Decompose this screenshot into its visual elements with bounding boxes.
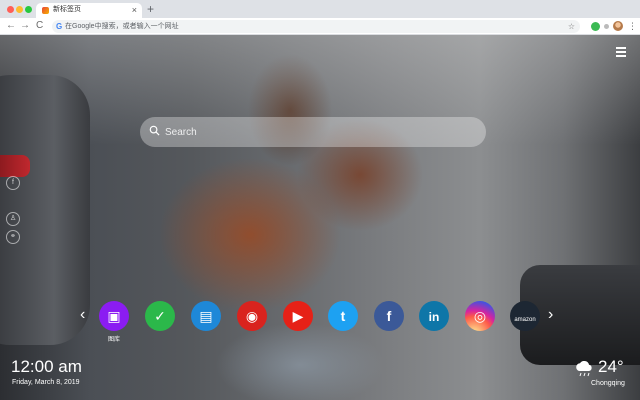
news-icon: ▤ [199,308,213,324]
clock-date: Friday, March 8, 2019 [12,379,80,386]
app-youtube-button[interactable]: ▶ [283,301,313,331]
address-placeholder: 在Google中搜索，或者输入一个网址 [65,23,179,30]
new-tab-button[interactable]: + [147,2,154,16]
gallery-icon: ▣ [107,308,121,324]
browser-menu-icon[interactable]: ⋮ [628,19,637,33]
prev-apps-arrow[interactable]: ‹ [80,305,85,325]
clock-time: 12:00 am [11,357,82,376]
app-facebook-button[interactable]: f [374,301,404,331]
youtube-icon: ▶ [292,308,304,324]
twitter-icon: t [340,308,346,324]
cloud-rain-icon [576,361,592,377]
new-tab-page: f ♙ ⚭ ‹ › ▣ 图库 ✓ ▤ ◉ ▶ t f in ◎ [0,35,640,400]
profile-avatar[interactable] [613,21,623,31]
maximize-window-button[interactable] [25,6,32,13]
back-button[interactable]: ← [6,20,16,32]
background-car [0,75,90,345]
search-bar[interactable] [140,117,486,147]
bookmark-star-icon[interactable]: ☆ [568,20,575,33]
app-game-button[interactable]: ◉ [237,301,267,331]
app-amazon-button[interactable]: amazon [510,301,540,331]
weather-city: Chongqing [591,380,625,387]
minimize-window-button[interactable] [16,6,23,13]
address-bar[interactable]: G 在Google中搜索，或者输入一个网址 ☆ [52,20,580,33]
search-icon [149,125,160,136]
tab-favicon-icon [42,7,49,14]
facebook-share-icon[interactable]: f [6,176,20,190]
app-twitter-button[interactable]: t [328,301,358,331]
tab-strip: 新标签页 × + [0,0,640,18]
amazon-icon: amazon [514,317,536,323]
forward-button[interactable]: → [20,20,30,32]
extension-icon[interactable] [604,24,609,29]
app-linkedin-button[interactable]: in [419,301,449,331]
app-gallery-button[interactable]: ▣ [99,301,129,331]
game-icon: ◉ [245,308,259,324]
close-window-button[interactable] [7,6,14,13]
search-input[interactable] [165,117,465,147]
background-taillight [0,155,30,177]
tab-title: 新标签页 [53,6,81,13]
extension-icon[interactable] [591,22,600,31]
check-icon: ✓ [154,308,166,324]
menu-icon[interactable] [616,47,626,59]
tab-close-icon[interactable]: × [132,4,137,16]
app-check-button[interactable]: ✓ [145,301,175,331]
app-news-button[interactable]: ▤ [191,301,221,331]
next-apps-arrow[interactable]: › [548,305,553,325]
instagram-icon: ◎ [473,308,487,324]
link-icon[interactable]: ⚭ [6,230,20,244]
tab-new-tab[interactable]: 新标签页 × [36,3,142,18]
weather-temperature: 24° [598,357,624,376]
facebook-icon: f [386,308,392,324]
app-gallery-label: 图库 [107,337,120,343]
browser-toolbar: ← → C G 在Google中搜索，或者输入一个网址 ☆ ⋮ [0,18,640,35]
reload-button[interactable]: C [36,20,43,32]
google-icon: G [56,22,63,31]
app-instagram-button[interactable]: ◎ [465,301,495,331]
linkedin-icon: in [428,310,440,324]
user-icon[interactable]: ♙ [6,212,20,226]
